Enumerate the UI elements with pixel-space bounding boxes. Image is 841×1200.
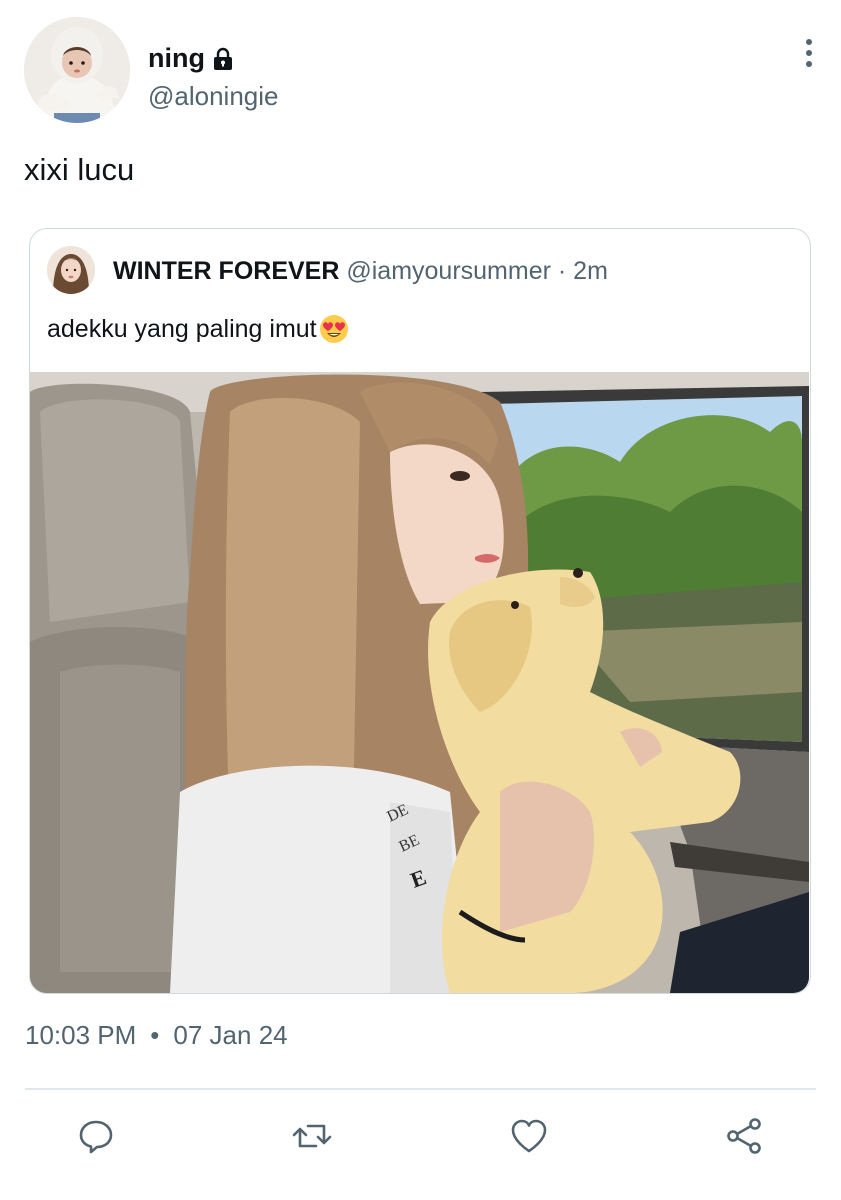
tweet-time[interactable]: 10:03 PM (25, 1020, 136, 1051)
timestamp-separator: • (150, 1020, 160, 1050)
quote-text-row: adekku yang paling imut (47, 313, 350, 345)
quoted-tweet[interactable]: WINTER FOREVER @iamyoursummer · 2m adekk… (29, 228, 811, 994)
tweet-header: ning @aloningie (24, 17, 824, 125)
quote-avatar[interactable] (47, 246, 95, 294)
heart-icon (511, 1119, 547, 1153)
more-dot (806, 61, 812, 67)
divider (25, 1088, 816, 1090)
quote-display-name[interactable]: WINTER FOREVER (113, 257, 339, 285)
reply-button[interactable] (74, 1114, 118, 1158)
share-button[interactable] (723, 1114, 767, 1158)
avatar[interactable] (24, 17, 130, 123)
share-icon (727, 1118, 761, 1154)
quote-handle[interactable]: @iamyoursummer (346, 257, 551, 285)
reply-icon (79, 1120, 113, 1154)
tweet-date[interactable]: 07 Jan 24 (173, 1020, 287, 1051)
more-dot (806, 39, 812, 45)
quote-age: 2m (573, 257, 608, 285)
retweet-button[interactable] (290, 1114, 334, 1158)
timestamp-row: 10:03 PM • 07 Jan 24 (25, 1020, 288, 1051)
tweet-text: xixi lucu (24, 152, 135, 187)
more-dot (806, 50, 812, 56)
author-display-name[interactable]: ning (148, 43, 205, 74)
like-button[interactable] (507, 1114, 551, 1158)
quote-photo[interactable]: DE BE E (30, 372, 809, 993)
quote-meta: WINTER FOREVER @iamyoursummer · 2m (113, 257, 608, 286)
retweet-icon (292, 1124, 332, 1148)
quote-separator: · (557, 257, 567, 285)
author-handle[interactable]: @aloningie (148, 81, 278, 112)
heart-eyes-emoji-icon (318, 313, 350, 345)
quote-text: adekku yang paling imut (47, 314, 317, 343)
author-name-row[interactable]: ning (148, 43, 235, 74)
lock-icon (211, 47, 235, 71)
more-options-icon[interactable] (794, 35, 824, 71)
